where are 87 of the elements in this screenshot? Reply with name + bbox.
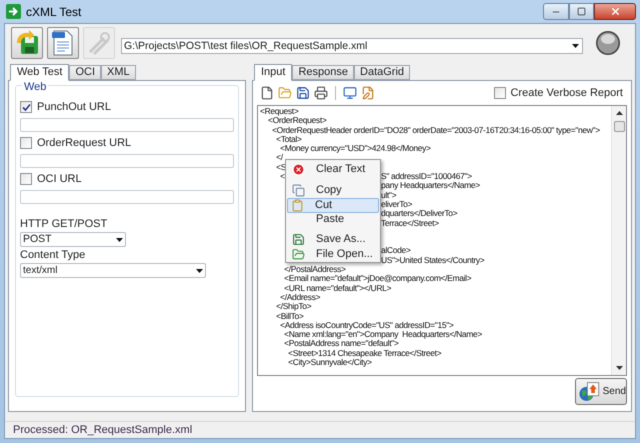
code-line: dquarters</DeliverTo>	[381, 209, 458, 219]
code-line: <URL name="default"></URL>	[283, 284, 392, 293]
dropdown-arrow-icon	[196, 268, 203, 272]
scrollbar[interactable]	[611, 106, 626, 375]
code-line: S" addressID="1000467">	[381, 172, 472, 182]
code-line: ult">	[381, 190, 396, 200]
tab[interactable]: OCI	[69, 65, 102, 80]
menu-item[interactable]: File Open...	[287, 247, 379, 262]
close-button[interactable]	[594, 3, 636, 20]
save-icon[interactable]	[296, 86, 310, 100]
checkbox-label: OCI URL	[37, 174, 82, 184]
tools-icon	[86, 30, 112, 56]
code-line: </	[275, 153, 283, 163]
monitor-icon[interactable]	[343, 86, 357, 100]
tab[interactable]: XML	[101, 65, 136, 80]
code-line: <Email name="default">jDoe@company.com</Email>	[283, 274, 472, 284]
checkbox-label: Create Verbose Report	[510, 88, 623, 98]
checkbox-label: PunchOut URL	[37, 102, 111, 112]
floppy-arrow-icon	[14, 30, 40, 56]
code-line: <PostalAddress name="default">	[283, 339, 399, 349]
url-field[interactable]	[20, 118, 234, 132]
code-line: US">United States</Country>	[381, 256, 484, 266]
scroll-down-icon[interactable]	[616, 366, 622, 370]
menu-item[interactable]: Clear Text	[287, 162, 379, 177]
checkbox[interactable]	[20, 173, 32, 185]
checkbox[interactable]	[494, 87, 506, 99]
url-field[interactable]	[20, 190, 234, 204]
dropdown-arrow-icon	[116, 238, 123, 242]
app-icon	[6, 4, 21, 19]
field-label: HTTP GET/POST	[20, 219, 108, 230]
status-light-icon	[595, 30, 621, 56]
content-type-dropdown[interactable]: text/xml	[20, 263, 206, 278]
toolbar-button[interactable]	[47, 27, 79, 59]
tab[interactable]: Web Test	[10, 64, 70, 81]
method-dropdown[interactable]: POST	[20, 232, 126, 247]
edit-file-icon[interactable]	[361, 86, 375, 100]
new-file-icon[interactable]	[260, 86, 274, 100]
code-line: <Total>	[276, 134, 302, 144]
code-line: <BillTo>	[275, 312, 304, 321]
code-line: </ShipTo>	[275, 302, 312, 312]
folder-icon	[292, 248, 305, 261]
code-line: </Address>	[279, 292, 320, 302]
clear-icon	[292, 163, 305, 176]
menu-item[interactable]: Save As...	[287, 232, 379, 247]
menu-item[interactable]: Paste	[287, 213, 379, 226]
scroll-up-icon[interactable]	[616, 111, 622, 115]
code-line: Terrace</Street>	[381, 218, 439, 228]
menu-item[interactable]: Copy	[287, 183, 379, 198]
code-line: </PostalAddress>	[283, 265, 346, 274]
clipboard-icon	[291, 199, 304, 212]
field-label: Content Type	[20, 250, 86, 261]
copy-icon	[292, 184, 305, 197]
code-line: <Name xml:lang="en">Company Headquarters</Name>	[283, 330, 482, 340]
code-line: eliverTo>	[381, 200, 412, 210]
code-line: <OrderRequest>	[268, 116, 326, 126]
window-title: cXML Test	[26, 4, 82, 20]
toolbar-button[interactable]	[11, 27, 43, 59]
scroll-thumb[interactable]	[614, 121, 624, 132]
code-line: <Street>1314 Chesapeake Terrace</Street>	[287, 348, 442, 358]
print-icon[interactable]	[314, 86, 328, 100]
code-line: pany Headquarters</Name>	[381, 181, 480, 191]
maximize-button[interactable]	[569, 3, 594, 20]
checkbox[interactable]	[20, 137, 32, 149]
url-field[interactable]	[20, 154, 234, 168]
checkbox[interactable]	[20, 101, 32, 113]
path-combobox[interactable]: G:\Projects\POST\test files\OR_RequestSample.xml	[121, 38, 583, 54]
code-line: <Address isoCountryCode="US" addressID="15">	[279, 320, 454, 330]
close-icon	[610, 6, 620, 17]
code-line: alCode>	[381, 246, 410, 256]
maximize-icon	[577, 7, 586, 16]
code-line: <	[279, 172, 285, 182]
code-line: <City>Sunnyvale</City>	[287, 358, 372, 368]
tab[interactable]: DataGrid	[354, 65, 410, 80]
code-line: <OrderRequestHeader orderID="DO28" orderDate="2003-07-16T20:34:16-05:00" type="new">	[272, 126, 600, 135]
code-line: <Request>	[260, 107, 298, 116]
send-button[interactable]: Send	[575, 378, 627, 405]
checkbox-label: OrderRequest URL	[37, 138, 132, 148]
document-icon	[51, 29, 75, 57]
tab[interactable]: Response	[292, 65, 354, 80]
dropdown-arrow-icon	[572, 44, 579, 48]
code-line: <Money currency="USD">424.98</Money>	[279, 144, 431, 154]
menu-item[interactable]: Cut	[287, 198, 379, 213]
tab[interactable]: Input	[254, 64, 292, 81]
status-text: Processed: OR_RequestSample.xml	[13, 424, 192, 436]
xml-editor[interactable]	[257, 105, 627, 376]
save-icon	[292, 233, 305, 246]
globe-upload-icon	[579, 380, 600, 402]
